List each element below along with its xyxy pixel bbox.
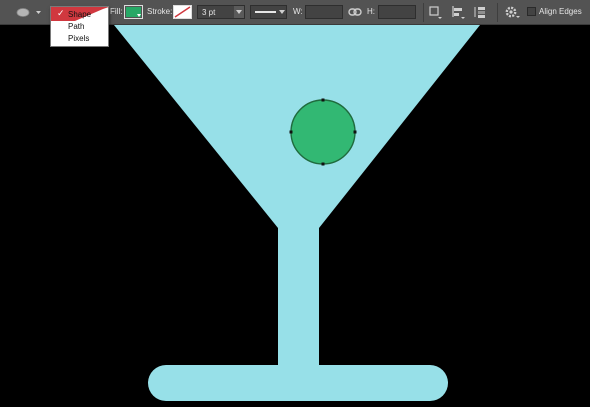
- anchor-point-top[interactable]: [321, 98, 325, 102]
- chevron-down-icon: [279, 10, 285, 14]
- anchor-point-right[interactable]: [353, 130, 357, 134]
- stroke-swatch[interactable]: [173, 5, 192, 19]
- link-icon[interactable]: [348, 7, 362, 17]
- anchor-point-left[interactable]: [289, 130, 293, 134]
- document-canvas[interactable]: [0, 25, 590, 407]
- path-alignment-icon[interactable]: [451, 5, 465, 19]
- fill-swatch[interactable]: [124, 5, 143, 19]
- align-edges-label: Align Edges: [539, 7, 582, 16]
- olive-shape[interactable]: [290, 99, 356, 165]
- separator: [497, 3, 498, 22]
- checkmark-icon: ✓: [57, 8, 65, 18]
- ellipse-tool-icon: [16, 8, 41, 17]
- martini-glass-base[interactable]: [148, 365, 448, 401]
- height-label: H:: [367, 7, 375, 16]
- width-field[interactable]: [305, 5, 343, 19]
- path-arrangement-icon[interactable]: [474, 5, 488, 19]
- align-edges-checkbox[interactable]: [527, 7, 536, 16]
- gear-icon[interactable]: [504, 5, 520, 19]
- menu-item-pixels[interactable]: Pixels: [68, 34, 89, 43]
- artwork: [114, 25, 480, 401]
- height-field[interactable]: [378, 5, 416, 19]
- stroke-width-dropdown[interactable]: [234, 6, 244, 18]
- width-label: W:: [293, 7, 303, 16]
- stroke-type-dropdown[interactable]: [250, 5, 287, 19]
- fill-label: Fill:: [110, 7, 123, 16]
- tool-preset-picker[interactable]: [10, 5, 42, 20]
- chevron-down-icon: [236, 10, 242, 14]
- martini-glass-stem[interactable]: [278, 225, 319, 375]
- tool-mode-menu: ✓ Shape Path Pixels: [50, 6, 109, 47]
- stroke-width-field[interactable]: 3 pt: [197, 5, 245, 19]
- anchor-point-bottom[interactable]: [321, 162, 325, 166]
- fill-dropdown-arrow: [137, 14, 141, 17]
- path-operations-icon[interactable]: [428, 5, 442, 19]
- no-stroke-icon: [174, 6, 191, 18]
- stroke-width-value: 3 pt: [202, 8, 216, 17]
- stroke-label: Stroke:: [147, 7, 173, 16]
- solid-line-icon: [255, 11, 276, 13]
- menu-item-path[interactable]: Path: [68, 22, 84, 31]
- menu-item-shape[interactable]: Shape: [68, 10, 91, 19]
- separator: [423, 3, 424, 22]
